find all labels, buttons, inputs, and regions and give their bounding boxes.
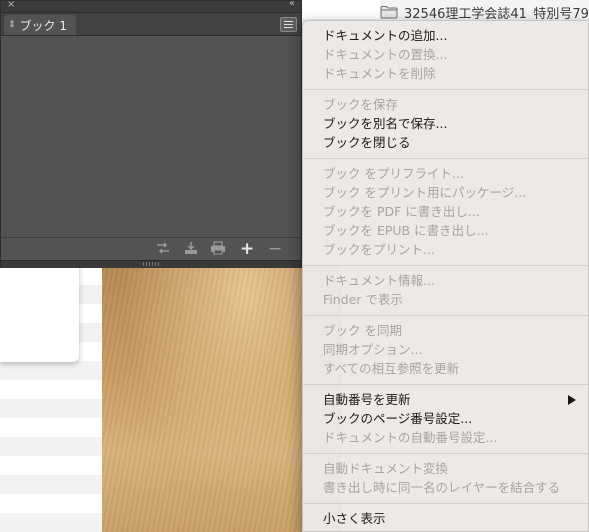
background-window-card	[0, 262, 79, 362]
menu-item-remove-document[interactable]: ドキュメントを削除	[323, 64, 436, 83]
menu-separator	[303, 89, 588, 90]
menu-item-auto-document-conversion[interactable]: 自動ドキュメント変換	[323, 459, 448, 478]
panel-title-strip[interactable]: × ‹‹	[1, 0, 301, 13]
menu-separator	[303, 384, 588, 385]
menu-item-small-panel-rows[interactable]: 小さく表示	[323, 509, 386, 528]
folder-icon	[380, 6, 398, 19]
menu-item-update-cross-references[interactable]: すべての相互参照を更新	[323, 359, 459, 378]
menu-item-sync-options[interactable]: 同期オプション...	[323, 340, 422, 359]
menu-item-document-numbering[interactable]: ドキュメントの自動番号設定...	[323, 428, 497, 447]
panel-collapse-icon[interactable]: ‹‹	[289, 0, 295, 9]
book-panel-flyout-menu: ドキュメントの追加... ドキュメントの置換... ドキュメントを削除 ブックを…	[302, 20, 589, 532]
menu-item-synchronize-book[interactable]: ブック を同期	[323, 321, 402, 340]
panel-close-icon[interactable]: ×	[7, 0, 15, 10]
add-document-icon[interactable]: +	[240, 239, 254, 259]
menu-separator	[303, 503, 588, 504]
print-book-icon[interactable]	[210, 241, 226, 255]
hamburger-icon-line	[284, 24, 293, 25]
menu-item-package-book[interactable]: ブック をプリント用にパッケージ...	[323, 183, 526, 202]
menu-item-save-book-as[interactable]: ブックを別名で保存...	[323, 114, 447, 133]
tab-stepper-icon: ⇕	[8, 20, 16, 30]
menu-separator	[303, 315, 588, 316]
hamburger-icon-line	[284, 27, 293, 28]
menu-separator	[303, 158, 588, 159]
menu-item-preflight-book[interactable]: ブック をプリフライト...	[323, 164, 464, 183]
menu-separator	[303, 265, 588, 266]
menu-item-save-book[interactable]: ブックを保存	[323, 95, 398, 114]
menu-item-close-book[interactable]: ブックを閉じる	[323, 133, 411, 152]
book-panel: × ‹‹ ⇕ ブック 1 + −	[0, 0, 302, 268]
save-book-icon[interactable]	[183, 241, 199, 255]
tab-book-1[interactable]: ⇕ ブック 1	[4, 15, 76, 35]
menu-item-add-document[interactable]: ドキュメントの追加...	[323, 26, 447, 45]
menu-item-print-book[interactable]: ブックをプリント...	[323, 240, 435, 259]
menu-item-replace-document[interactable]: ドキュメントの置換...	[323, 45, 447, 64]
tab-label: ブック 1	[19, 18, 67, 33]
panel-menu-button[interactable]	[280, 17, 297, 32]
menu-separator	[303, 453, 588, 454]
sync-styles-icon[interactable]	[155, 241, 171, 255]
panel-tab-row: ⇕ ブック 1	[1, 13, 301, 36]
hamburger-icon-line	[284, 21, 293, 22]
menu-item-export-pdf[interactable]: ブックを PDF に書き出し...	[323, 202, 480, 221]
panel-resize-grip[interactable]	[1, 260, 301, 268]
remove-document-icon[interactable]: −	[268, 239, 282, 259]
menu-item-book-page-numbering[interactable]: ブックのページ番号設定...	[323, 409, 472, 428]
submenu-arrow-icon	[568, 395, 576, 405]
menu-item-reveal-in-finder[interactable]: Finder で表示	[323, 290, 403, 309]
menu-item-merge-same-name-layers[interactable]: 書き出し時に同一名のレイヤーを結合する	[323, 478, 560, 497]
grip-dots-icon	[143, 262, 159, 266]
finder-folder-label: 32546理工学会誌41_特別号79	[404, 6, 589, 22]
menu-item-export-epub[interactable]: ブックを EPUB に書き出し...	[323, 221, 489, 240]
menu-item-document-info[interactable]: ドキュメント情報...	[323, 271, 435, 290]
panel-footer-toolbar: + −	[1, 237, 301, 260]
menu-item-update-numbering[interactable]: 自動番号を更新	[323, 390, 411, 409]
